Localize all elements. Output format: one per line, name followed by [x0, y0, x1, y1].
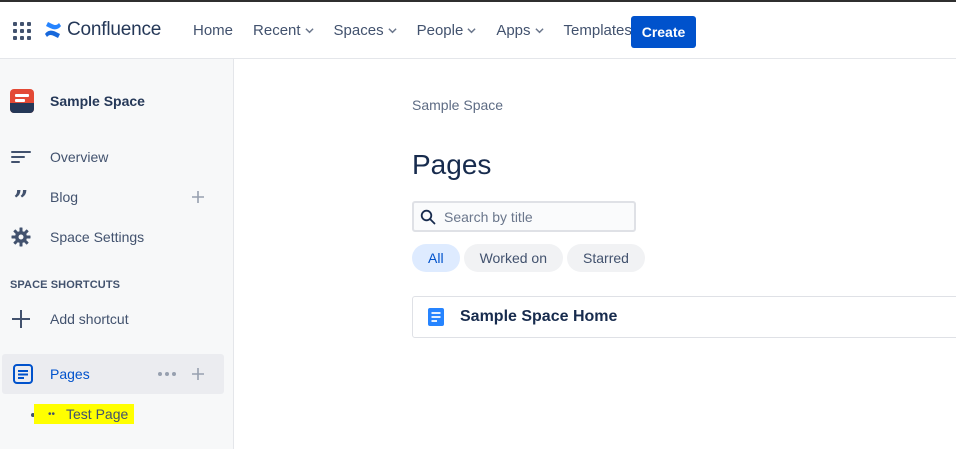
add-blog-icon[interactable]	[191, 190, 205, 204]
space-shortcuts-heading: SPACE SHORTCUTS	[10, 279, 121, 291]
nav-apps[interactable]: Apps	[496, 22, 544, 39]
page-title: Pages	[412, 149, 492, 180]
search-box[interactable]	[412, 201, 636, 232]
main-content: Sample Space Pages All Worked on Starred…	[234, 59, 956, 449]
filter-tabs: All Worked on Starred	[412, 244, 649, 272]
sidebar-item-blog[interactable]: ” Blog	[10, 185, 79, 216]
nav-people[interactable]: People	[417, 22, 477, 39]
nav-recent[interactable]: Recent	[253, 22, 314, 39]
app-switcher-icon[interactable]	[13, 22, 31, 40]
add-shortcut-label: Add shortcut	[50, 311, 129, 327]
nav-recent-label: Recent	[253, 22, 301, 39]
nav-spaces[interactable]: Spaces	[334, 22, 397, 39]
chevron-down-icon	[387, 28, 397, 34]
chevron-down-icon	[304, 28, 314, 34]
sidebar-child-page[interactable]: •• Test Page	[34, 404, 135, 424]
main-nav: Home Recent Spaces People Apps Templates	[193, 22, 652, 39]
product-name: Confluence	[67, 19, 162, 40]
top-navigation-bar: Confluence Home Recent Spaces People App…	[0, 0, 956, 59]
space-name: Sample Space	[50, 93, 145, 109]
sidebar-item-label: Blog	[50, 189, 79, 205]
search-icon	[420, 209, 436, 224]
quote-icon: ”	[13, 186, 29, 216]
breadcrumb[interactable]: Sample Space	[412, 97, 503, 113]
page-list-item[interactable]: Sample Space Home	[412, 296, 956, 338]
sidebar-item-label: Space Settings	[50, 229, 145, 245]
add-shortcut-button[interactable]: Add shortcut	[10, 307, 129, 331]
nav-people-label: People	[416, 22, 464, 39]
nav-home-label: Home	[193, 22, 234, 39]
space-avatar	[10, 89, 34, 113]
nav-home[interactable]: Home	[193, 22, 233, 39]
child-page-prefix: ••	[48, 408, 56, 420]
confluence-logo[interactable]: Confluence	[43, 19, 161, 41]
filter-all[interactable]: All	[412, 244, 460, 272]
chevron-down-icon	[534, 28, 544, 34]
nav-spaces-label: Spaces	[333, 22, 384, 39]
nav-apps-label: Apps	[496, 22, 531, 39]
page-list-icon	[12, 363, 34, 390]
more-options-icon[interactable]	[158, 372, 179, 376]
page-icon	[428, 308, 444, 326]
filter-starred[interactable]: Starred	[567, 244, 645, 272]
sidebar-item-space-settings[interactable]: Space Settings	[10, 225, 144, 249]
overview-icon	[10, 146, 32, 168]
sidebar-item-pages[interactable]: Pages	[2, 354, 224, 394]
pages-label: Pages	[50, 366, 90, 382]
page-list-item-title: Sample Space Home	[460, 308, 618, 325]
space-sidebar: Sample Space Overview ” Blog Space Setti…	[0, 59, 234, 449]
nav-templates[interactable]: Templates	[564, 22, 632, 39]
nav-templates-label: Templates	[563, 22, 632, 39]
space-header[interactable]: Sample Space	[10, 89, 145, 113]
plus-icon	[10, 308, 32, 330]
chevron-down-icon	[467, 28, 476, 34]
sidebar-item-overview[interactable]: Overview	[10, 145, 108, 169]
search-input[interactable]	[444, 208, 624, 225]
child-page-label: Test Page	[66, 406, 129, 422]
add-page-icon[interactable]	[191, 367, 205, 381]
gear-icon	[10, 226, 32, 248]
sidebar-item-label: Overview	[50, 149, 109, 165]
create-button[interactable]: Create	[631, 16, 696, 48]
confluence-logo-icon	[45, 22, 61, 38]
filter-worked-on[interactable]: Worked on	[463, 244, 564, 272]
